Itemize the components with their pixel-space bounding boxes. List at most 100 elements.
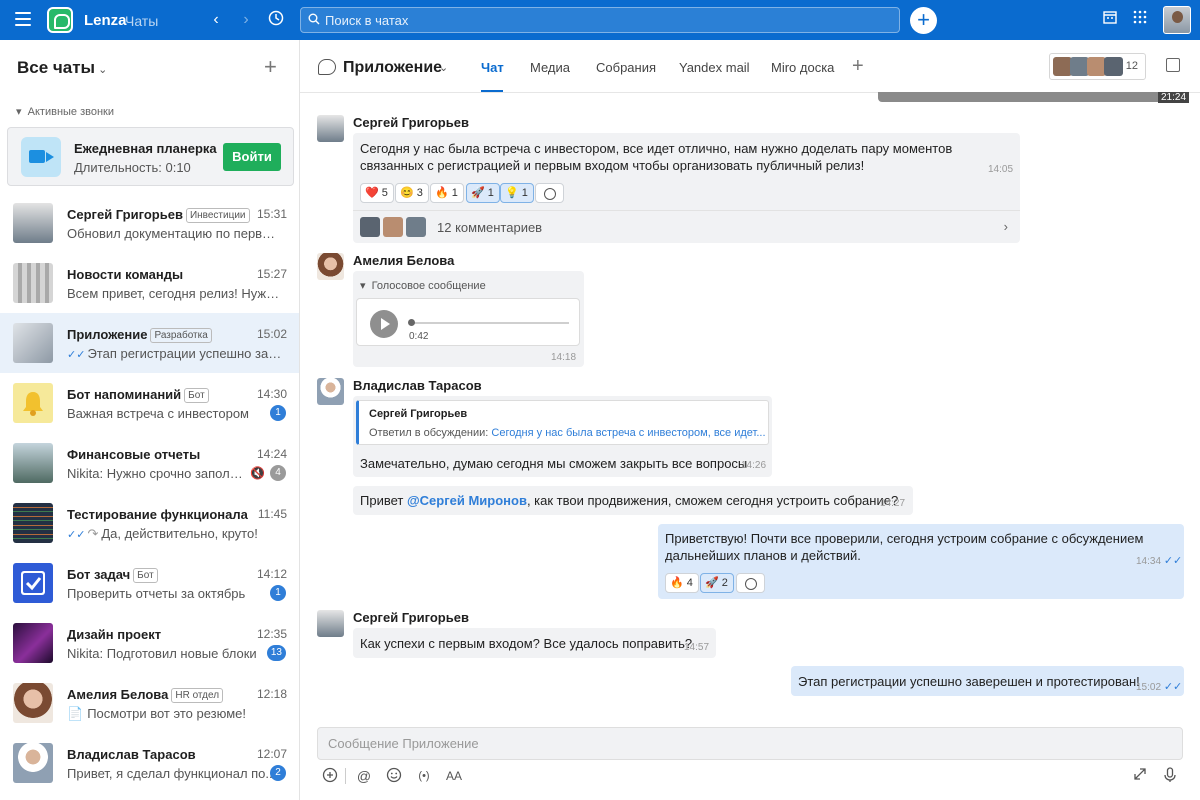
- chat-time: 15:02: [256, 327, 287, 341]
- back-arrow-icon[interactable]: ‹: [206, 10, 226, 30]
- voice-player[interactable]: 0:42: [356, 298, 580, 346]
- message-text: Приветствую! Почти все проверили, сегодн…: [665, 531, 1144, 546]
- calendar-icon[interactable]: [1100, 10, 1120, 30]
- chat-item-task-bot[interactable]: Бот задач Бот 14:12 Проверить отчеты за о…: [0, 553, 299, 613]
- message-time: 14:27: [880, 498, 906, 509]
- reaction-rocket[interactable]: 🚀 1: [466, 183, 500, 203]
- chat-tag: Бот: [133, 568, 158, 583]
- double-check-icon: ✓✓: [1163, 681, 1183, 693]
- comments-thread-link[interactable]: 12 комментариев ›: [353, 210, 1020, 243]
- chat-item-testing[interactable]: Тестирование функционала 11:45 ✓✓ ↷ Да, де…: [0, 493, 299, 553]
- message-time: 14:18: [551, 352, 577, 363]
- reaction-smile[interactable]: 😊 3: [395, 183, 429, 203]
- avatar: [13, 503, 53, 543]
- active-call-card[interactable]: Ежедневная планерка Длительность: 0:10 В…: [7, 127, 294, 186]
- image-time: 21:24: [1158, 92, 1190, 103]
- comments-count: 12 комментариев: [437, 220, 543, 235]
- message-text: Замечательно, думаю сегодня мы сможем за…: [360, 456, 748, 471]
- message-text: Сегодня у нас была встреча с инвестором,…: [360, 141, 953, 156]
- chat-item-team-news[interactable]: Новости команды 15:27 Всем привет, сегод…: [0, 253, 299, 313]
- chat-last-message: 📄 Посмотри вот это резюме!: [67, 706, 246, 721]
- message-text: дальнейших планов и действий.: [665, 548, 861, 563]
- reply-quote[interactable]: Сергей Григорьев Ответил в обсуждении: С…: [356, 400, 769, 445]
- message-author[interactable]: Амелия Белова: [353, 253, 454, 268]
- avatar[interactable]: [317, 610, 344, 637]
- image-attachment[interactable]: [878, 92, 1182, 102]
- user-mention[interactable]: @Сергей Миронов: [407, 493, 527, 508]
- avatar: [13, 623, 53, 663]
- join-call-button[interactable]: Войти: [223, 143, 281, 171]
- message-author[interactable]: Сергей Григорьев: [353, 610, 469, 625]
- apps-grid-icon[interactable]: [1130, 10, 1150, 30]
- unread-badge: 2: [270, 765, 286, 781]
- menu-icon[interactable]: [15, 12, 31, 26]
- chat-last-message: Проверить отчеты за октябрь: [67, 586, 246, 601]
- toolbar-divider: [345, 768, 346, 784]
- chat-item-finance[interactable]: Финансовые отчеты 14:24 Nikita: Нужно ср…: [0, 433, 299, 493]
- chat-title[interactable]: Приложение: [343, 59, 442, 77]
- user-avatar[interactable]: [1163, 6, 1191, 34]
- active-calls-section[interactable]: ▾ Активные звонки: [16, 105, 114, 118]
- chevron-down-icon[interactable]: ⌄: [439, 61, 448, 74]
- chat-item-amelia[interactable]: Амелия Белова HR отдел 12:18 📄 Посмотри во…: [0, 673, 299, 733]
- tab-media[interactable]: Медиа: [530, 60, 570, 75]
- reaction-heart[interactable]: ❤️ 5: [360, 183, 394, 203]
- quote-link[interactable]: Сегодня у нас была встреча с инвестором,…: [491, 427, 765, 439]
- play-icon[interactable]: [370, 310, 398, 338]
- voice-progress-track[interactable]: [409, 322, 569, 324]
- microphone-icon[interactable]: [1161, 767, 1179, 785]
- tab-chat[interactable]: Чат: [481, 60, 504, 75]
- reaction-fire[interactable]: 🔥 1: [430, 183, 464, 203]
- add-tab-icon[interactable]: +: [852, 55, 864, 78]
- chat-item-design[interactable]: Дизайн проект 12:35 Nikita: Подготовил н…: [0, 613, 299, 673]
- avatar: [406, 217, 426, 237]
- voice-message-toggle[interactable]: ▾ Голосовое сообщение: [360, 279, 486, 292]
- chat-item-vladislav[interactable]: Владислав Тарасов 12:07 Привет, я сделал…: [0, 733, 299, 793]
- voice-progress-handle[interactable]: [408, 319, 415, 326]
- add-reaction-button[interactable]: [535, 183, 564, 203]
- unread-badge: 4: [270, 465, 286, 481]
- search-input[interactable]: Поиск в чатах: [325, 13, 408, 28]
- chat-name: Тестирование функционала: [67, 507, 248, 522]
- double-check-icon: ✓✓: [67, 529, 86, 541]
- message-time: 14:34 ✓✓: [1136, 555, 1183, 567]
- chat-item-sergey[interactable]: Сергей Григорьев Инвестиции 15:31 Обновил…: [0, 193, 299, 253]
- add-reaction-button[interactable]: [736, 573, 765, 593]
- avatar[interactable]: [317, 378, 344, 405]
- tab-meetings[interactable]: Собрания: [596, 60, 656, 75]
- chat-time: 11:45: [257, 507, 287, 521]
- history-clock-icon[interactable]: [266, 10, 286, 30]
- message-text: Привет @Сергей Миронов, как твои продвиж…: [360, 493, 899, 508]
- avatar[interactable]: [317, 115, 344, 142]
- chat-tag: Инвестиции: [185, 208, 250, 223]
- forward-arrow-icon[interactable]: ›: [236, 10, 256, 30]
- mention-icon[interactable]: @: [355, 767, 373, 785]
- reaction-bulb[interactable]: 💡 1: [500, 183, 534, 203]
- double-check-icon: ✓✓: [1163, 555, 1183, 567]
- message-author[interactable]: Владислав Тарасов: [353, 378, 482, 393]
- expand-icon[interactable]: [1131, 767, 1149, 785]
- members-button[interactable]: 12: [1049, 53, 1146, 80]
- emoji-icon[interactable]: [385, 767, 403, 785]
- chat-item-app[interactable]: Приложение Разработка 15:02 ✓✓ Этап регист…: [0, 313, 299, 373]
- message-text: связанных с регистрацией и первым входом…: [360, 158, 865, 173]
- reaction-rocket[interactable]: 🚀 2: [700, 573, 734, 593]
- attach-plus-icon[interactable]: [321, 767, 339, 785]
- tab-miro-board[interactable]: Miro доска: [771, 60, 834, 75]
- message-time: 14:26: [741, 460, 767, 471]
- avatar[interactable]: [317, 253, 344, 280]
- thread-panel-icon[interactable]: [1166, 58, 1180, 72]
- all-chats-dropdown[interactable]: Все чаты ⌄: [17, 58, 107, 78]
- message-author[interactable]: Сергей Григорьев: [353, 115, 469, 130]
- search-icon: [308, 13, 320, 25]
- tab-yandex-mail[interactable]: Yandex mail: [679, 60, 750, 75]
- message-input[interactable]: Сообщение Приложение: [317, 727, 1183, 760]
- text-format-icon[interactable]: AA: [445, 767, 463, 785]
- search-bar[interactable]: Поиск в чатах: [300, 7, 900, 33]
- add-chat-icon[interactable]: +: [264, 54, 277, 80]
- new-chat-button[interactable]: +: [910, 7, 937, 34]
- chat-item-reminder-bot[interactable]: Бот напоминаний Бот 14:30 Важная встреча …: [0, 373, 299, 433]
- broadcast-icon[interactable]: (•): [415, 767, 433, 785]
- reaction-fire[interactable]: 🔥 4: [665, 573, 699, 593]
- chat-name: Дизайн проект: [67, 627, 162, 642]
